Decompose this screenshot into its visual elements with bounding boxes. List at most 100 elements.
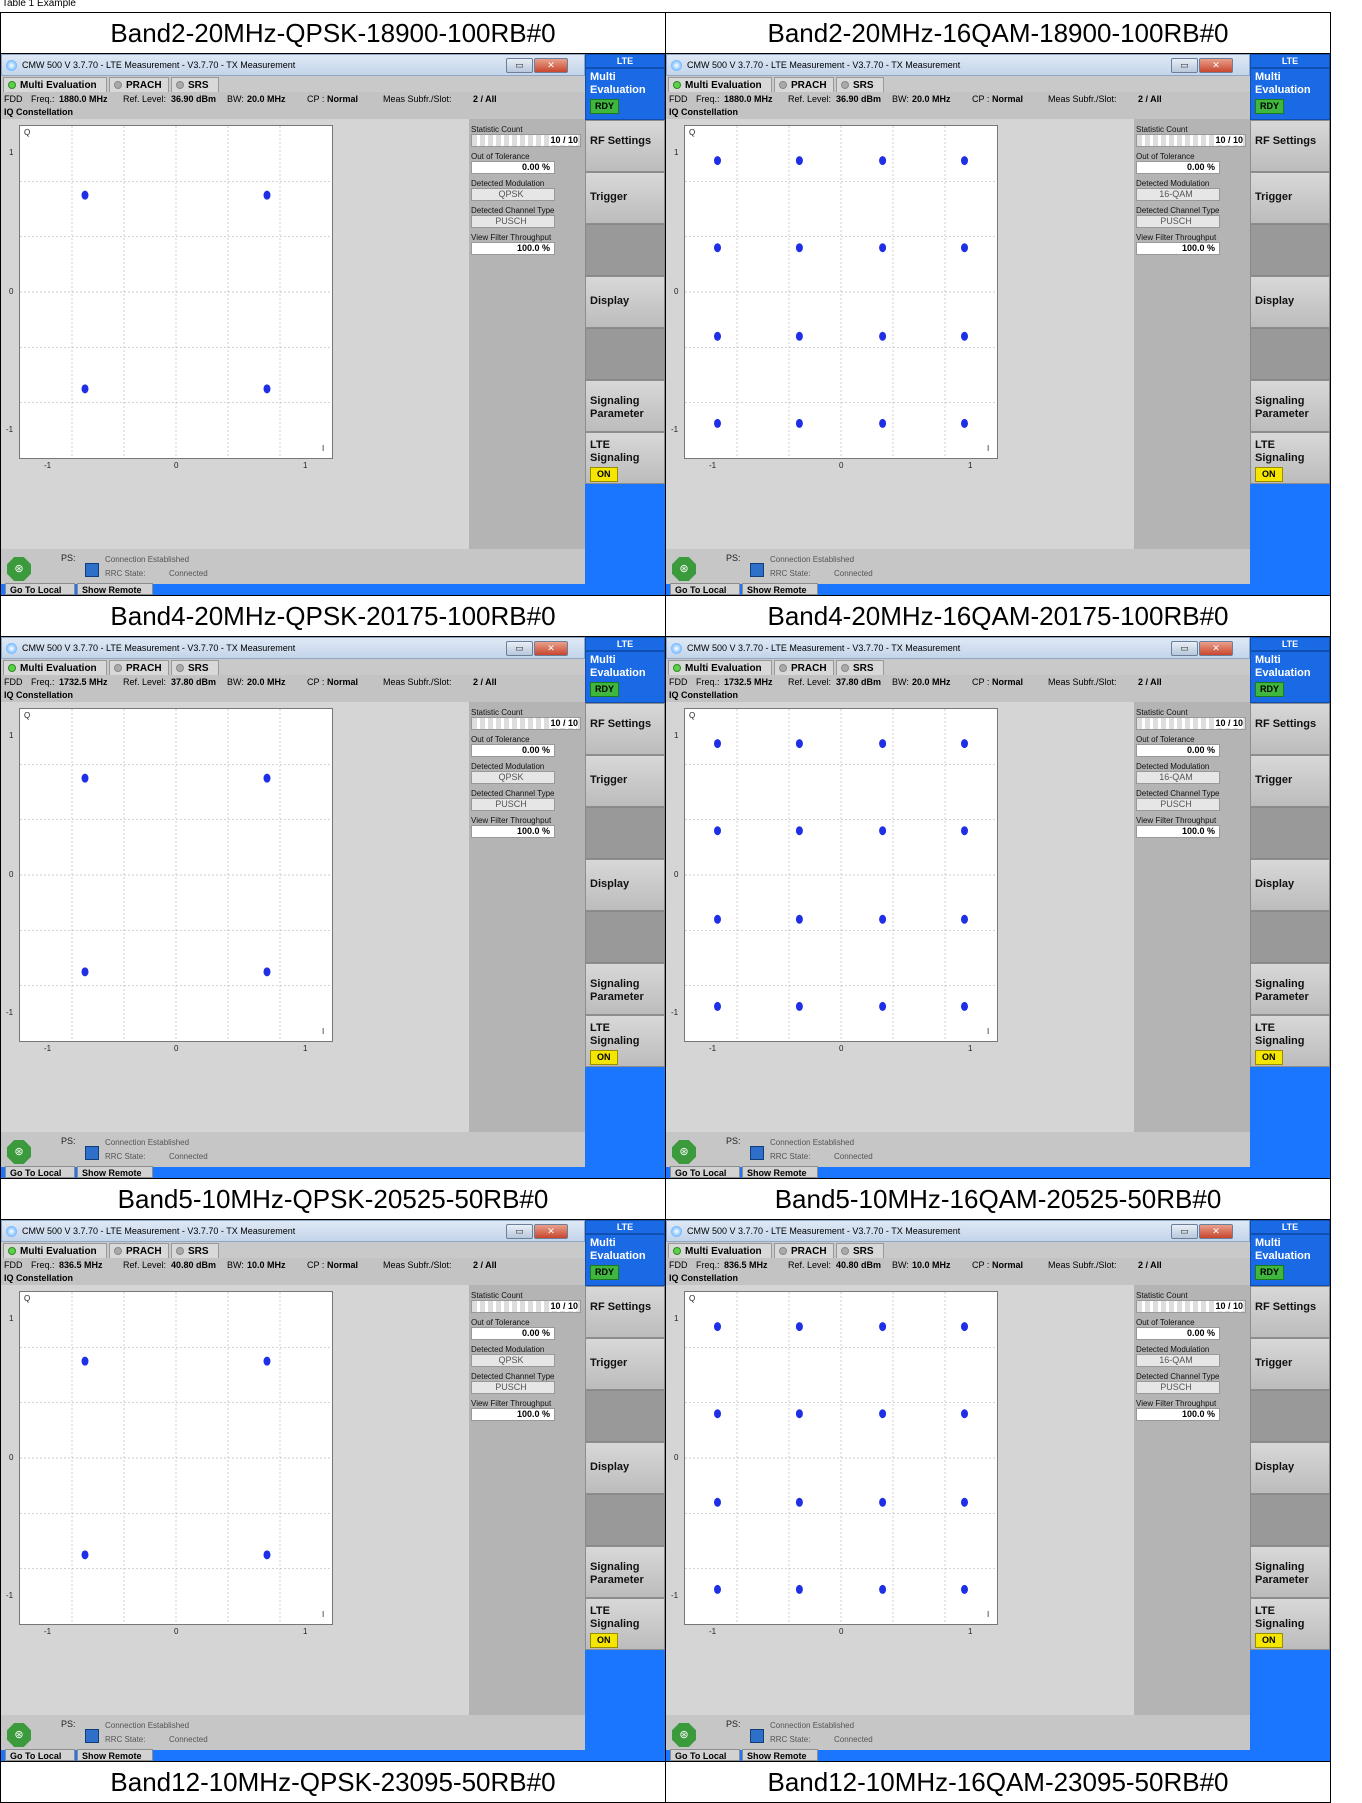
minimize-button[interactable]: ▭ xyxy=(506,641,533,656)
softkey-multi-evaluation[interactable]: Multi Evaluation RDY xyxy=(1250,68,1330,120)
statistics-panel: Statistic Count 10 / 10 Out of Tolerance… xyxy=(469,702,585,1132)
softkey-signaling-parameter[interactable]: Signaling Parameter xyxy=(585,1546,665,1598)
minimize-button[interactable]: ▭ xyxy=(1171,58,1198,73)
softkey-rf-settings[interactable]: RF Settings xyxy=(585,120,665,172)
close-button[interactable]: ✕ xyxy=(534,58,568,73)
screenshot-cell: CMW 500 V 3.7.70 - LTE Measurement - V3.… xyxy=(665,53,1331,596)
softkey-multi-evaluation[interactable]: Multi Evaluation RDY xyxy=(585,651,665,703)
connection-status-bar: ⊛ PS: Connection Established RRC State: … xyxy=(1,1715,585,1750)
show-remote-screen-button[interactable]: Show Remote Screen xyxy=(742,583,818,595)
close-button[interactable]: ✕ xyxy=(1199,58,1233,73)
screenshot-cell: CMW 500 V 3.7.70 - LTE Measurement - V3.… xyxy=(0,53,666,596)
softkey-display[interactable]: Display xyxy=(1250,276,1330,328)
softkey-lte-signaling[interactable]: LTE Signaling ON xyxy=(585,1598,665,1650)
softkey-signaling-parameter[interactable]: Signaling Parameter xyxy=(1250,963,1330,1015)
softkey-rf-settings[interactable]: RF Settings xyxy=(585,703,665,755)
tab-srs[interactable]: SRS xyxy=(171,77,219,92)
softkey-lte-signaling[interactable]: LTE Signaling ON xyxy=(1250,1015,1330,1067)
tab-multi-evaluation[interactable]: Multi Evaluation xyxy=(3,77,107,92)
softkey-display[interactable]: Display xyxy=(1250,1442,1330,1494)
tab-srs[interactable]: SRS xyxy=(836,1243,884,1258)
tab-multi-evaluation[interactable]: Multi Evaluation xyxy=(668,660,772,675)
close-button[interactable]: ✕ xyxy=(1199,1224,1233,1239)
show-remote-screen-button[interactable]: Show Remote Screen xyxy=(77,583,153,595)
softkey-rf-settings[interactable]: RF Settings xyxy=(585,1286,665,1338)
minimize-button[interactable]: ▭ xyxy=(1171,1224,1198,1239)
softkey-trigger[interactable]: Trigger xyxy=(585,172,665,224)
tab-srs[interactable]: SRS xyxy=(836,660,884,675)
softkey-signaling-parameter[interactable]: Signaling Parameter xyxy=(1250,380,1330,432)
tab-srs[interactable]: SRS xyxy=(836,77,884,92)
softkey-display[interactable]: Display xyxy=(585,276,665,328)
softkey-multi-evaluation[interactable]: Multi Evaluation RDY xyxy=(585,1234,665,1286)
go-to-local-button[interactable]: Go To Local xyxy=(5,1749,75,1761)
softkey-signaling-parameter[interactable]: Signaling Parameter xyxy=(585,963,665,1015)
softkey-empty xyxy=(1250,484,1330,584)
softkey-trigger[interactable]: Trigger xyxy=(585,755,665,807)
close-button[interactable]: ✕ xyxy=(1199,641,1233,656)
tab-prach[interactable]: PRACH xyxy=(774,77,834,92)
tab-prach[interactable]: PRACH xyxy=(109,660,169,675)
go-to-local-button[interactable]: Go To Local xyxy=(5,583,75,595)
tab-prach[interactable]: PRACH xyxy=(774,660,834,675)
tab-multi-evaluation[interactable]: Multi Evaluation xyxy=(668,77,772,92)
tab-prach[interactable]: PRACH xyxy=(109,77,169,92)
softkey-display[interactable]: Display xyxy=(585,859,665,911)
measurement-info-bar: FDD Freq.: 1732.5 MHz Ref. Level: 37.80 … xyxy=(666,675,1250,689)
show-remote-screen-button[interactable]: Show Remote Screen xyxy=(742,1166,818,1178)
go-to-local-button[interactable]: Go To Local xyxy=(670,1166,740,1178)
softkey-trigger[interactable]: Trigger xyxy=(1250,172,1330,224)
close-button[interactable]: ✕ xyxy=(534,641,568,656)
softkey-lte[interactable]: LTE xyxy=(585,1220,665,1234)
minimize-button[interactable]: ▭ xyxy=(1171,641,1198,656)
softkey-display[interactable]: Display xyxy=(585,1442,665,1494)
y-tick-label: 0 xyxy=(9,870,14,879)
softkey-signaling-parameter[interactable]: Signaling Parameter xyxy=(1250,1546,1330,1598)
x-tick-label: -1 xyxy=(709,1044,717,1053)
softkey-display[interactable]: Display xyxy=(1250,859,1330,911)
softkey-lte-signaling[interactable]: LTE Signaling ON xyxy=(585,432,665,484)
softkey-lte[interactable]: LTE xyxy=(1250,637,1330,651)
softkey-rf-settings[interactable]: RF Settings xyxy=(1250,1286,1330,1338)
go-to-local-button[interactable]: Go To Local xyxy=(670,1749,740,1761)
tab-multi-evaluation[interactable]: Multi Evaluation xyxy=(3,1243,107,1258)
connection-status-bar: ⊛ PS: Connection Established RRC State: … xyxy=(1,1132,585,1167)
show-remote-screen-button[interactable]: Show Remote Screen xyxy=(742,1749,818,1761)
softkey-lte-signaling[interactable]: LTE Signaling ON xyxy=(585,1015,665,1067)
softkey-trigger[interactable]: Trigger xyxy=(1250,1338,1330,1390)
minimize-button[interactable]: ▭ xyxy=(506,1224,533,1239)
tab-prach[interactable]: PRACH xyxy=(774,1243,834,1258)
show-remote-screen-button[interactable]: Show Remote Screen xyxy=(77,1166,153,1178)
softkey-trigger[interactable]: Trigger xyxy=(585,1338,665,1390)
softkey-lte[interactable]: LTE xyxy=(1250,1220,1330,1234)
softkey-lte[interactable]: LTE xyxy=(1250,54,1330,68)
go-to-local-button[interactable]: Go To Local xyxy=(5,1166,75,1178)
panel-caption: Band4-20MHz-16QAM-20175-100RB#0 xyxy=(665,595,1331,637)
softkey-lte[interactable]: LTE xyxy=(585,637,665,651)
go-to-local-button[interactable]: Go To Local xyxy=(670,583,740,595)
softkey-multi-evaluation[interactable]: Multi Evaluation RDY xyxy=(1250,651,1330,703)
softkey-panel: LTE Multi Evaluation RDY RF Settings Trig… xyxy=(585,1220,665,1750)
softkey-signaling-parameter[interactable]: Signaling Parameter xyxy=(585,380,665,432)
minimize-button[interactable]: ▭ xyxy=(506,58,533,73)
constellation-point xyxy=(961,331,968,341)
tab-prach[interactable]: PRACH xyxy=(109,1243,169,1258)
statistic-count: 10 / 10 xyxy=(471,134,581,147)
tab-multi-evaluation[interactable]: Multi Evaluation xyxy=(668,1243,772,1258)
softkey-rf-settings[interactable]: RF Settings xyxy=(1250,703,1330,755)
show-remote-screen-button[interactable]: Show Remote Screen xyxy=(77,1749,153,1761)
tab-srs[interactable]: SRS xyxy=(171,660,219,675)
softkey-trigger[interactable]: Trigger xyxy=(1250,755,1330,807)
softkey-empty xyxy=(1250,807,1330,859)
softkey-panel: LTE Multi Evaluation RDY RF Settings Trig… xyxy=(1250,1220,1330,1750)
softkey-lte-signaling[interactable]: LTE Signaling ON xyxy=(1250,432,1330,484)
tab-multi-evaluation[interactable]: Multi Evaluation xyxy=(3,660,107,675)
softkey-multi-evaluation[interactable]: Multi Evaluation RDY xyxy=(1250,1234,1330,1286)
tab-srs[interactable]: SRS xyxy=(171,1243,219,1258)
softkey-lte[interactable]: LTE xyxy=(585,54,665,68)
softkey-rf-settings[interactable]: RF Settings xyxy=(1250,120,1330,172)
softkey-lte-signaling[interactable]: LTE Signaling ON xyxy=(1250,1598,1330,1650)
x-tick-label: -1 xyxy=(44,461,52,470)
softkey-multi-evaluation[interactable]: Multi Evaluation RDY xyxy=(585,68,665,120)
close-button[interactable]: ✕ xyxy=(534,1224,568,1239)
